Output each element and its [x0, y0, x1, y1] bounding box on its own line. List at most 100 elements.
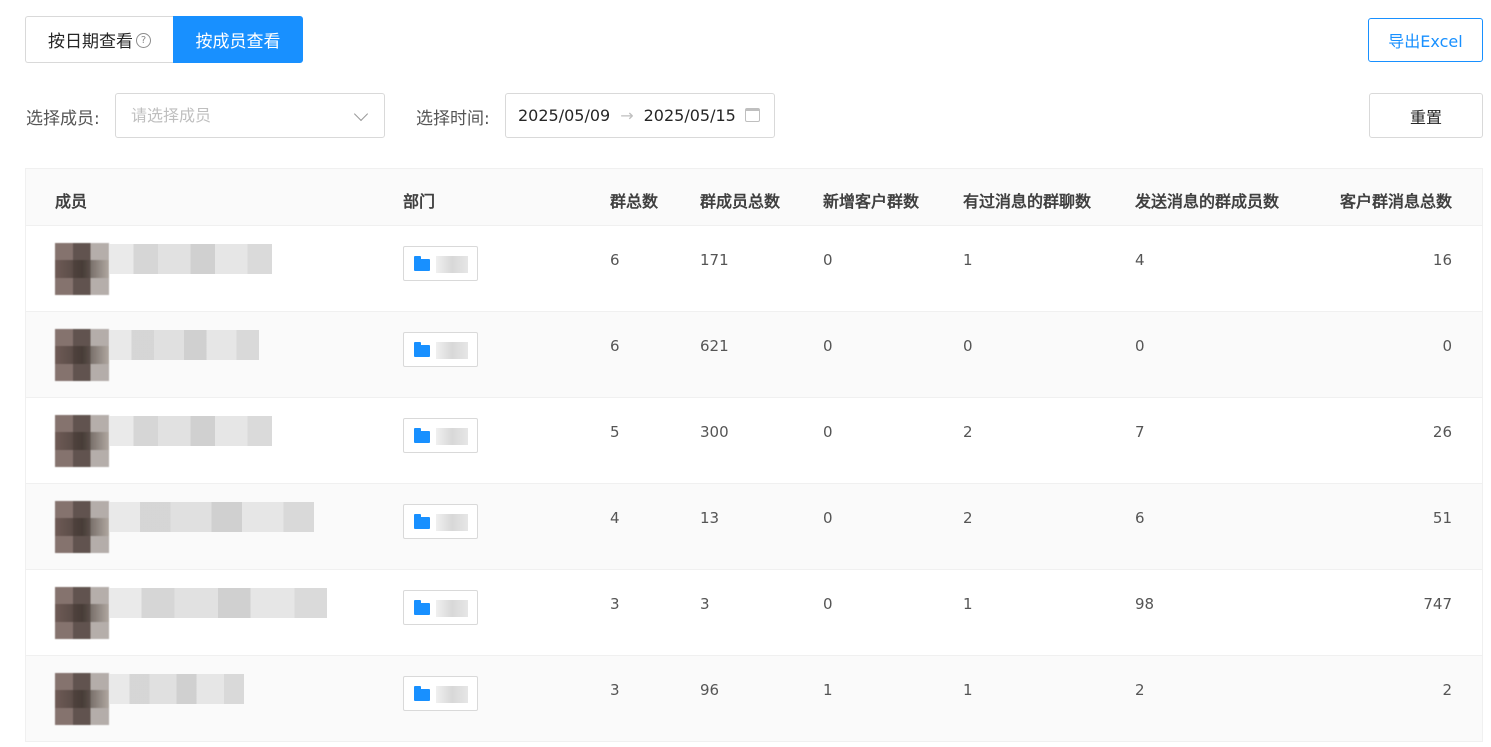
department-tag: [403, 246, 478, 281]
col-member: 成员: [55, 192, 88, 211]
view-by-member-label: 按成员查看: [195, 32, 281, 52]
cell-group-total: 3: [610, 595, 620, 613]
cell-new-groups: 0: [823, 337, 833, 355]
col-message-total: 客户群消息总数: [1339, 192, 1452, 211]
cell-message-total: 747: [1423, 595, 1452, 613]
member-name-blurred: [109, 588, 327, 618]
col-message-senders: 发送消息的群成员数: [1135, 192, 1280, 211]
cell-message-senders: 2: [1135, 681, 1145, 699]
cell-new-groups: 0: [823, 423, 833, 441]
cell-group-members-total: 3: [700, 595, 710, 613]
table-row: 5 300 0 2 7 26: [26, 398, 1482, 484]
cell-message-senders: 4: [1135, 251, 1145, 269]
department-name-blurred: [436, 342, 468, 359]
calendar-icon[interactable]: [745, 108, 760, 122]
table-row: 6 171 0 1 4 16: [26, 226, 1482, 312]
export-excel-button[interactable]: 导出Excel: [1368, 18, 1483, 62]
member-select-input[interactable]: [116, 94, 336, 137]
col-group-total: 群总数: [610, 192, 659, 211]
cell-group-total: 3: [610, 681, 620, 699]
range-arrow-icon: →: [620, 106, 634, 125]
department-name-blurred: [436, 600, 468, 617]
department-name-blurred: [436, 256, 468, 273]
avatar: [55, 415, 109, 467]
folder-icon: [414, 686, 430, 701]
cell-group-total: 5: [610, 423, 620, 441]
cell-active-groups: 1: [963, 595, 973, 613]
cell-message-total: 51: [1432, 509, 1452, 527]
department-tag: [403, 676, 478, 711]
date-range-picker[interactable]: 2025/05/09 → 2025/05/15: [505, 93, 775, 138]
cell-new-groups: 0: [823, 251, 833, 269]
cell-group-members-total: 96: [700, 681, 720, 699]
cell-new-groups: 0: [823, 509, 833, 527]
member-name-blurred: [109, 416, 272, 446]
cell-group-total: 4: [610, 509, 620, 527]
avatar: [55, 587, 109, 639]
cell-group-members-total: 171: [700, 251, 729, 269]
table-row: 6 621 0 0 0 0: [26, 312, 1482, 398]
member-name-blurred: [109, 330, 259, 360]
cell-message-senders: 98: [1135, 595, 1155, 613]
department-tag: [403, 504, 478, 539]
member-name-blurred: [109, 244, 272, 274]
chevron-down-icon[interactable]: [353, 106, 369, 122]
cell-group-members-total: 13: [700, 509, 720, 527]
cell-message-total: 0: [1442, 337, 1452, 355]
folder-icon: [414, 342, 430, 357]
cell-new-groups: 0: [823, 595, 833, 613]
member-stats-table: 成员 部门 群总数 群成员总数 新增客户群数 有过消息的群聊数 发送消息的群成员…: [25, 168, 1483, 742]
table-row: 3 96 1 1 2 2: [26, 656, 1482, 742]
cell-message-senders: 7: [1135, 423, 1145, 441]
cell-active-groups: 1: [963, 251, 973, 269]
department-tag: [403, 590, 478, 625]
department-name-blurred: [436, 686, 468, 703]
department-tag: [403, 418, 478, 453]
col-department: 部门: [403, 192, 436, 211]
col-new-groups: 新增客户群数: [823, 192, 920, 211]
member-filter-label: 选择成员:: [26, 109, 100, 129]
view-by-date-label: 按日期查看: [48, 32, 133, 52]
folder-icon: [414, 428, 430, 443]
cell-active-groups: 0: [963, 337, 973, 355]
end-date[interactable]: 2025/05/15: [644, 106, 736, 125]
col-active-groups: 有过消息的群聊数: [963, 192, 1092, 211]
table-row: 4 13 0 2 6 51: [26, 484, 1482, 570]
view-by-date-button[interactable]: 按日期查看 ?: [25, 16, 173, 63]
member-name-blurred: [109, 674, 244, 704]
cell-active-groups: 2: [963, 509, 973, 527]
department-name-blurred: [436, 514, 468, 531]
col-group-members-total: 群成员总数: [700, 192, 781, 211]
table-row: 3 3 0 1 98 747: [26, 570, 1482, 656]
member-select[interactable]: [115, 93, 385, 138]
cell-group-members-total: 300: [700, 423, 729, 441]
avatar: [55, 243, 109, 295]
cell-message-senders: 6: [1135, 509, 1145, 527]
cell-message-total: 26: [1432, 423, 1452, 441]
department-tag: [403, 332, 478, 367]
view-by-member-button[interactable]: 按成员查看: [173, 16, 303, 63]
cell-message-total: 2: [1442, 681, 1452, 699]
folder-icon: [414, 600, 430, 615]
department-name-blurred: [436, 428, 468, 445]
avatar: [55, 501, 109, 553]
cell-group-total: 6: [610, 337, 620, 355]
start-date[interactable]: 2025/05/09: [518, 106, 610, 125]
reset-button[interactable]: 重置: [1369, 93, 1483, 138]
cell-message-senders: 0: [1135, 337, 1145, 355]
member-name-blurred: [109, 502, 314, 532]
cell-group-total: 6: [610, 251, 620, 269]
cell-active-groups: 2: [963, 423, 973, 441]
avatar: [55, 673, 109, 725]
cell-message-total: 16: [1432, 251, 1452, 269]
avatar: [55, 329, 109, 381]
cell-active-groups: 1: [963, 681, 973, 699]
folder-icon: [414, 514, 430, 529]
cell-new-groups: 1: [823, 681, 833, 699]
folder-icon: [414, 256, 430, 271]
table-header: 成员 部门 群总数 群成员总数 新增客户群数 有过消息的群聊数 发送消息的群成员…: [26, 169, 1482, 226]
question-circle-icon[interactable]: ?: [136, 33, 151, 48]
time-filter-label: 选择时间:: [416, 109, 490, 129]
view-toggle: 按日期查看 ? 按成员查看: [25, 16, 303, 63]
cell-group-members-total: 621: [700, 337, 729, 355]
